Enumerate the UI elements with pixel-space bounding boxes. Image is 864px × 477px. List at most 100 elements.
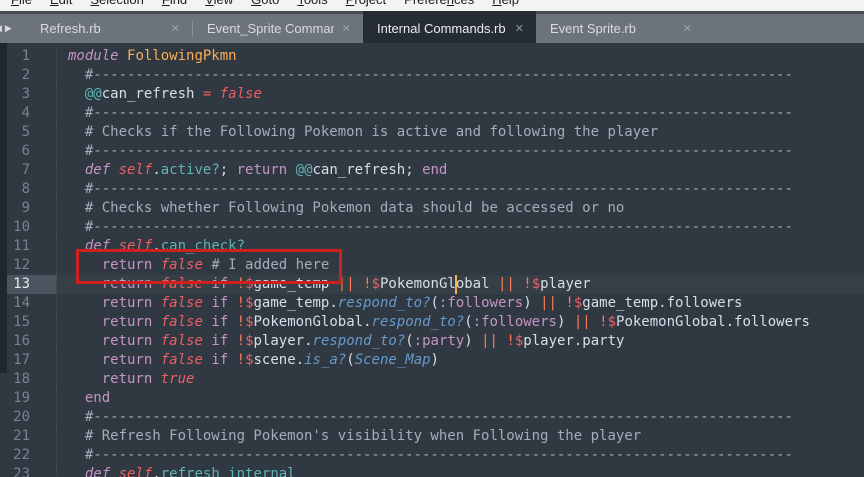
token-bluei: Scene_Map — [355, 352, 431, 368]
code-line[interactable]: 1module FollowingPkmn — [0, 47, 864, 66]
line-number: 2 — [0, 66, 56, 85]
token-fg — [473, 333, 481, 349]
token-fg — [68, 276, 102, 292]
scroll-tabs-left-icon[interactable]: ◀ — [0, 23, 2, 34]
token-fn: @@ — [85, 86, 102, 102]
tab-internal-commands-rb[interactable]: Internal Commands.rb ✕ — [363, 11, 536, 43]
token-fg — [152, 295, 160, 311]
token-kw: return — [102, 333, 153, 349]
menu-item-project[interactable]: Project — [337, 0, 395, 10]
editor[interactable]: 1module FollowingPkmn2 #----------------… — [0, 43, 864, 477]
token-fg: game_temp — [254, 295, 330, 311]
token-op: || — [540, 295, 557, 311]
token-fg — [68, 314, 102, 330]
code-line[interactable]: 9 # Checks whether Following Pokemon dat… — [0, 199, 864, 218]
menu-item-help[interactable]: Help — [483, 0, 528, 10]
token-com: #---------------------------------------… — [85, 447, 793, 463]
code-line-text: return false if !$game_temp.respond_to?(… — [56, 294, 864, 313]
token-fg — [591, 314, 599, 330]
tab-strip: Refresh.rb✕Event_Sprite Commands.rb✕Inte… — [26, 11, 864, 43]
code-line[interactable]: 20 #------------------------------------… — [0, 408, 864, 427]
code-line[interactable]: 12 return false # I added here — [0, 256, 864, 275]
token-op: || — [498, 276, 515, 292]
code-line[interactable]: 8 #-------------------------------------… — [0, 180, 864, 199]
token-fg — [565, 314, 573, 330]
token-fg: game_temp.followers — [582, 295, 742, 311]
menu-item-edit[interactable]: Edit — [41, 0, 81, 10]
token-fg: ( — [431, 295, 439, 311]
tab-label: Internal Commands.rb — [377, 21, 506, 36]
code-line-text: return false # I added here — [56, 256, 864, 275]
code-line[interactable]: 18 return true — [0, 370, 864, 389]
tab-event-sprite-rb[interactable]: Event Sprite.rb ✕ — [536, 11, 704, 43]
tab-label: Refresh.rb — [40, 21, 101, 36]
code-line[interactable]: 2 #-------------------------------------… — [0, 66, 864, 85]
code-line[interactable]: 16 return false if !$player.respond_to?(… — [0, 332, 864, 351]
token-bluei: respond_to? — [338, 295, 431, 311]
token-fg — [68, 409, 85, 425]
token-kw: return — [102, 276, 153, 292]
code-line[interactable]: 15 return false if !$PokemonGlobal.respo… — [0, 313, 864, 332]
tab-event-sprite-commands-rb[interactable]: Event_Sprite Commands.rb✕ — [193, 11, 363, 43]
token-kwi: def — [85, 162, 110, 178]
code-line[interactable]: 23 def self.refresh_internal — [0, 465, 864, 477]
token-kwi: def — [85, 466, 110, 477]
code-line[interactable]: 17 return false if !$scene.is_a?(Scene_M… — [0, 351, 864, 370]
token-fg — [110, 466, 118, 477]
token-fg: ; — [220, 162, 237, 178]
menu-item-file[interactable]: File — [2, 0, 41, 10]
code-line[interactable]: 3 @@can_refresh = false — [0, 85, 864, 104]
token-fg — [68, 105, 85, 121]
code-line[interactable]: 22 #------------------------------------… — [0, 446, 864, 465]
token-com: # Refresh Following Pokemon's visibility… — [85, 428, 641, 444]
token-com: #---------------------------------------… — [85, 105, 793, 121]
tab-label: Event Sprite.rb — [550, 21, 636, 36]
code-line-text: # Checks whether Following Pokemon data … — [56, 199, 864, 218]
code-line[interactable]: 7 def self.active?; return @@can_refresh… — [0, 161, 864, 180]
tab-refresh-rb[interactable]: Refresh.rb ✕ — [26, 11, 192, 43]
menu-item-tools[interactable]: Tools — [288, 0, 336, 10]
menu-mnemonic: F — [11, 0, 19, 7]
scroll-tabs-right-icon[interactable]: ▶ — [5, 23, 12, 34]
token-kw: return — [102, 257, 153, 273]
menu-mnemonic: P — [346, 0, 355, 7]
menu-item-goto[interactable]: Goto — [242, 0, 288, 10]
menu-item-selection[interactable]: Selection — [81, 0, 152, 10]
code-line-text: #---------------------------------------… — [56, 408, 864, 427]
code-line[interactable]: 14 return false if !$game_temp.respond_t… — [0, 294, 864, 313]
token-redi: false — [161, 333, 203, 349]
tab-close-icon[interactable]: ✕ — [171, 22, 180, 35]
code-line-text: return false if !$player.respond_to?(:pa… — [56, 332, 864, 351]
menu-bar-items: FileEditSelectionFindViewGotoToolsProjec… — [2, 0, 528, 10]
token-kw: return — [102, 352, 153, 368]
code-line[interactable]: 13 return false if !$game_temp || !$Poke… — [0, 275, 864, 294]
token-fg — [68, 466, 85, 477]
tab-close-icon[interactable]: ✕ — [342, 22, 351, 35]
code-line[interactable]: 5 # Checks if the Following Pokemon is a… — [0, 123, 864, 142]
line-number: 12 — [0, 256, 56, 275]
line-number: 18 — [0, 370, 56, 389]
code-line[interactable]: 19 end — [0, 389, 864, 408]
code-line[interactable]: 11 def self.can_check? — [0, 237, 864, 256]
line-number: 7 — [0, 161, 56, 180]
line-number: 8 — [0, 180, 56, 199]
token-redi: self — [119, 162, 153, 178]
line-number: 11 — [0, 237, 56, 256]
token-kwi: def — [85, 238, 110, 254]
tab-close-icon[interactable]: ✕ — [515, 22, 524, 35]
token-fg: scene — [254, 352, 296, 368]
menu-item-find[interactable]: Find — [153, 0, 196, 10]
token-fg — [68, 371, 102, 387]
token-op: || — [338, 276, 355, 292]
menu-item-preferences[interactable]: Preferences — [395, 0, 483, 10]
code-line[interactable]: 4 #-------------------------------------… — [0, 104, 864, 123]
token-bluei: is_a? — [304, 352, 346, 368]
code-line-text: def self.can_check? — [56, 237, 864, 256]
token-op: ! — [565, 295, 573, 311]
menu-item-view[interactable]: View — [196, 0, 242, 10]
token-fg — [152, 333, 160, 349]
code-line[interactable]: 10 #------------------------------------… — [0, 218, 864, 237]
tab-close-icon[interactable]: ✕ — [683, 22, 692, 35]
code-line[interactable]: 21 # Refresh Following Pokemon's visibil… — [0, 427, 864, 446]
code-line[interactable]: 6 #-------------------------------------… — [0, 142, 864, 161]
